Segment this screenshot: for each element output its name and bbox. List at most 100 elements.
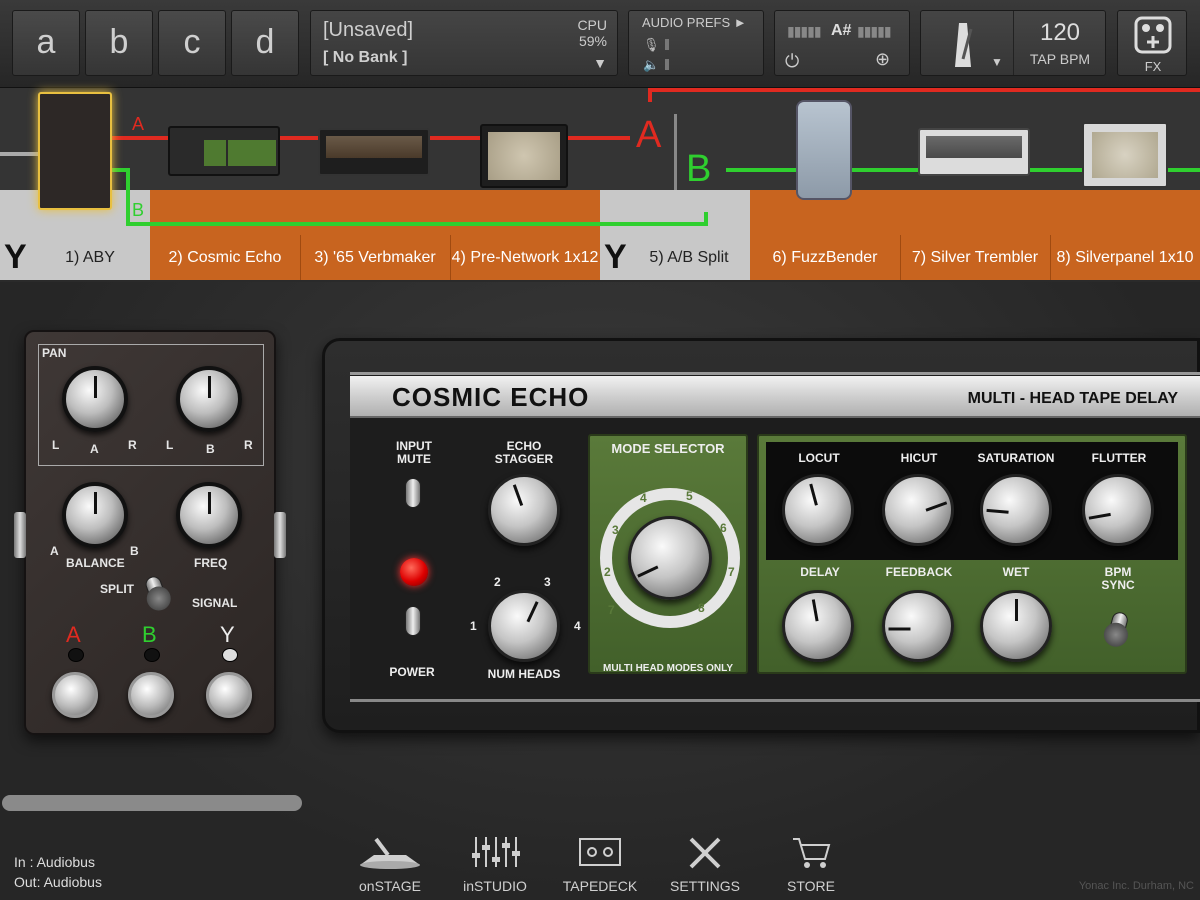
power-toggle[interactable] — [401, 606, 425, 641]
pan-label: PAN — [42, 346, 67, 360]
wire-a-out — [648, 88, 652, 102]
fx-button[interactable]: FX — [1117, 10, 1187, 76]
grille — [926, 136, 1022, 158]
pan-a-knob[interactable] — [62, 366, 128, 432]
feedback-label: FEEDBACK — [885, 565, 953, 579]
footswitch-a[interactable] — [52, 672, 98, 718]
tap-bpm-button[interactable]: TAP BPM — [1021, 51, 1099, 67]
echo-stagger-label: ECHO STAGGER — [494, 439, 554, 466]
signal-chain: A B A B Y 1) ABY 2) Cosmic Echo 3) '65 V… — [0, 88, 1200, 280]
cpu-label: CPU — [577, 17, 607, 33]
branch-a-label: A — [132, 114, 145, 134]
num-heads-tick-1: 1 — [470, 619, 477, 633]
split-a-label: A — [636, 114, 662, 156]
echo-stagger-knob[interactable] — [488, 474, 560, 546]
audio-prefs-panel[interactable]: AUDIO PREFS ► 🎙 🔈 — [628, 10, 764, 76]
nav-store[interactable]: STORE — [766, 835, 856, 894]
hicut-knob[interactable] — [882, 474, 954, 546]
slot-label-7[interactable]: 7) Silver Trembler — [900, 235, 1050, 280]
tempo-panel[interactable]: ▼ 120 TAP BPM — [920, 10, 1106, 76]
slot-label-6[interactable]: 6) FuzzBender — [750, 235, 900, 280]
balance-knob[interactable] — [62, 482, 128, 548]
bpm-sync-label: BPM SYNC — [1101, 565, 1135, 592]
spotlight-icon — [360, 837, 420, 869]
grille — [326, 136, 422, 158]
mode-selector-panel: MODE SELECTOR 3 4 5 6 2 7 7 8 MULTI HEAD… — [588, 434, 748, 674]
cosmic-echo-thumbnail[interactable] — [168, 126, 280, 176]
slot-label-5[interactable]: 5) A/B Split — [628, 235, 750, 280]
balance-b-label: B — [130, 544, 139, 558]
pan-b-knob[interactable] — [176, 366, 242, 432]
tuner-meter-left: ▮▮▮▮▮ — [787, 23, 822, 39]
led-b — [144, 648, 160, 662]
delay-knob[interactable] — [782, 590, 854, 662]
feedback-knob[interactable] — [882, 590, 954, 662]
divider — [1013, 11, 1014, 75]
saturation-knob[interactable] — [980, 474, 1052, 546]
flutter-knob[interactable] — [1082, 474, 1154, 546]
aby-thumbnail[interactable] — [38, 92, 112, 210]
balance-label: BALANCE — [66, 556, 125, 570]
wet-knob[interactable] — [980, 590, 1052, 662]
preset-selector[interactable]: [Unsaved] [ No Bank ] CPU 59% ▼ — [310, 10, 618, 76]
locut-label: LOCUT — [798, 451, 840, 465]
footswitch-y[interactable] — [206, 672, 252, 718]
power-icon[interactable]: ⏻ — [785, 51, 799, 72]
preset-a-button[interactable]: a — [12, 10, 80, 76]
nav-settings[interactable]: SETTINGS — [660, 835, 750, 894]
pan-b-right-label: R — [244, 438, 253, 452]
speaker-icon: 🔈 — [643, 57, 660, 72]
footswitch-b[interactable] — [128, 672, 174, 718]
branch-b-label: B — [132, 200, 145, 220]
foot-a-label: A — [66, 622, 81, 647]
nav-store-label: STORE — [787, 878, 835, 894]
preset-c-button[interactable]: c — [158, 10, 226, 76]
preset-name: [Unsaved] — [323, 19, 414, 41]
slot-label-4[interactable]: 4) Pre-Network 1x12 — [450, 235, 600, 280]
nav-instudio[interactable]: inSTUDIO — [450, 835, 540, 894]
slot-label-2[interactable]: 2) Cosmic Echo — [150, 235, 300, 280]
nav-onstage[interactable]: onSTAGE — [345, 835, 435, 894]
mode-tick-2: 2 — [604, 565, 611, 579]
multi-head-only-label: MULTI HEAD MODES ONLY — [602, 663, 733, 674]
delay-label: DELAY — [800, 565, 840, 579]
echo-subtitle: MULTI - HEAD TAPE DELAY — [967, 390, 1178, 407]
chevron-down-icon[interactable]: ▼ — [991, 55, 1003, 69]
pan-b-left-label: L — [166, 438, 174, 452]
tuner-meter-right: ▮▮▮▮▮ — [857, 23, 892, 39]
wire-b — [704, 212, 708, 226]
echo-knob-section — [228, 140, 276, 166]
output-route: Out: Audiobus — [14, 874, 102, 890]
pre-network-thumbnail[interactable] — [480, 124, 568, 188]
cassette-icon — [579, 838, 621, 866]
locut-knob[interactable] — [782, 474, 854, 546]
verbmaker-thumbnail[interactable] — [318, 128, 430, 176]
slot-label-8[interactable]: 8) Silverpanel 1x10 — [1050, 235, 1200, 280]
y-marker: Y — [4, 238, 27, 276]
mode-selector-knob[interactable] — [628, 516, 712, 600]
preset-b-button[interactable]: b — [85, 10, 153, 76]
slot-label-1[interactable]: 1) ABY — [30, 235, 150, 280]
num-heads-tick-2: 2 — [494, 575, 501, 589]
fuzzbender-thumbnail[interactable] — [796, 100, 852, 200]
shopping-cart-icon — [793, 838, 831, 868]
echo-mode-section — [204, 140, 226, 166]
num-heads-tick-4: 4 — [574, 619, 581, 633]
freq-knob[interactable] — [176, 482, 242, 548]
freq-label: FREQ — [194, 556, 228, 570]
split-signal-toggle[interactable] — [143, 574, 169, 608]
chevron-down-icon[interactable]: ▼ — [593, 55, 607, 71]
preset-d-button[interactable]: d — [231, 10, 299, 76]
metronome-icon[interactable] — [943, 19, 983, 69]
slot-label-3[interactable]: 3) '65 Verbmaker — [300, 235, 450, 280]
saturation-label: SATURATION — [977, 451, 1055, 465]
balance-a-label: A — [50, 544, 59, 558]
nav-tapedeck[interactable]: TAPEDECK — [555, 835, 645, 894]
silverpanel-thumbnail[interactable] — [1082, 122, 1168, 188]
input-mute-toggle[interactable] — [401, 478, 425, 513]
num-heads-knob[interactable] — [488, 590, 560, 662]
tuner-panel[interactable]: ▮▮▮▮▮ A# ▮▮▮▮▮ ⏻ ⊕ — [774, 10, 910, 76]
silver-trembler-thumbnail[interactable] — [918, 128, 1030, 176]
horizontal-scrollbar[interactable] — [2, 795, 302, 811]
zoom-in-icon[interactable]: ⊕ — [875, 49, 890, 70]
